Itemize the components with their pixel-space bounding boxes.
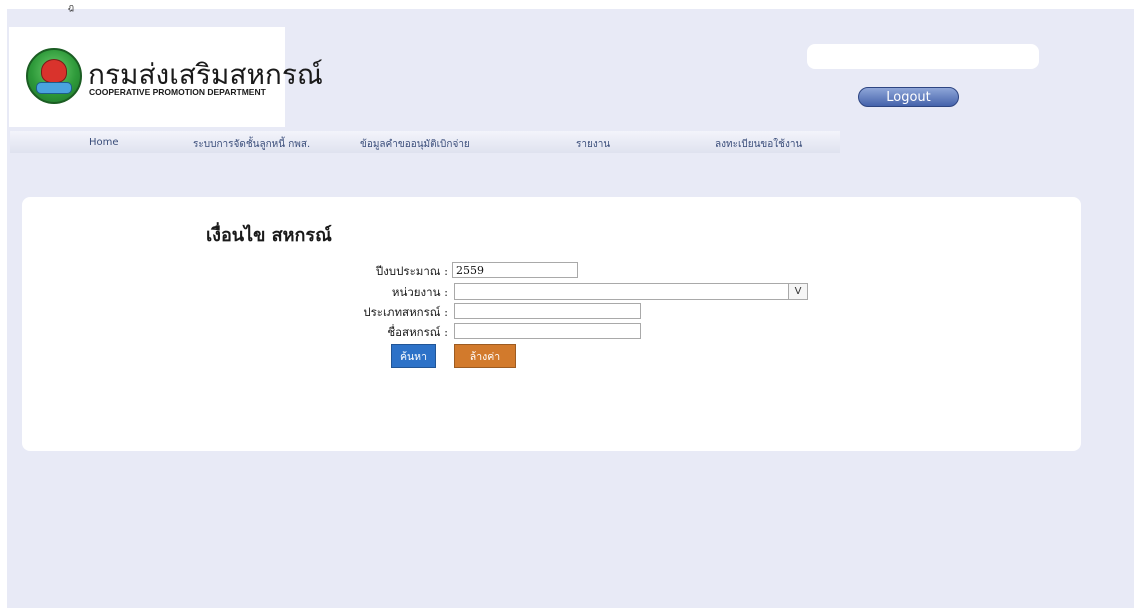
fiscal-year-input[interactable] [452,262,578,278]
agency-label: หน่วยงาน : [391,285,448,299]
agency-select[interactable]: V [454,283,808,300]
coop-name-input[interactable] [454,323,641,339]
form-title: เงื่อนไข สหกรณ์ [206,225,332,246]
fiscal-year-label: ปีงบประมาณ : [375,264,448,278]
coop-type-label: ประเภทสหกรณ์ : [363,305,448,319]
dropdown-arrow-icon[interactable]: V [788,284,807,299]
logo-title-en: COOPERATIVE PROMOTION DEPARTMENT [89,87,266,97]
top-mark: ฎ [68,3,75,13]
search-button[interactable]: ค้นหา [391,344,436,368]
coop-name-label: ชื่อสหกรณ์ : [387,325,448,339]
nav-item-reports[interactable]: รายงาน [576,137,610,152]
header-blank-field [807,44,1039,69]
nav-item-home[interactable]: Home [89,137,119,148]
coop-type-input[interactable] [454,303,641,319]
logout-button[interactable]: Logout [858,87,959,107]
nav-item-disbursement-requests[interactable]: ข้อมูลคำขออนุมัติเบิกจ่าย [360,137,470,152]
nav-item-register[interactable]: ลงทะเบียนขอใช้งาน [715,137,802,152]
main-nav: Home ระบบการจัดชั้นลูกหนี้ กพส. ข้อมูลคำ… [10,131,840,153]
logo[interactable]: กรมส่งเสริมสหกรณ์ COOPERATIVE PROMOTION … [9,27,323,127]
department-emblem-icon [26,48,82,104]
nav-item-debtor-classification[interactable]: ระบบการจัดชั้นลูกหนี้ กพส. [193,137,310,152]
clear-button[interactable]: ล้างค่า [454,344,516,368]
